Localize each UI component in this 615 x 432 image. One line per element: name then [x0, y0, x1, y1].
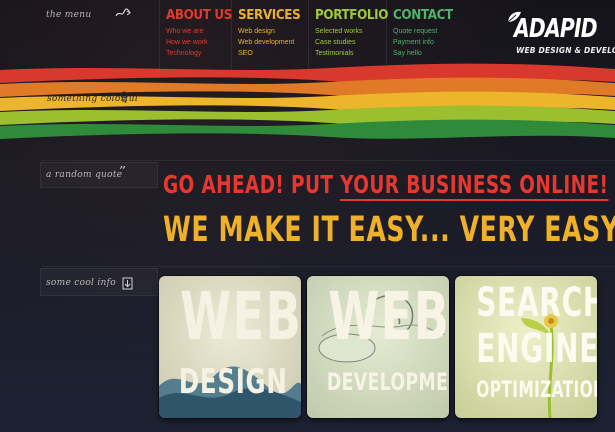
nav-about: ABOUT US Who we are How we work Technolo…: [159, 0, 232, 70]
nav-link-technology[interactable]: Technology: [166, 48, 232, 59]
logo[interactable]: ADAPID WEB DESIGN & DEVELOPMENT: [506, 8, 615, 63]
scribble-arrow-icon: [115, 7, 131, 22]
headline-line-2: WE MAKE IT EASY... VERY EASY!: [163, 210, 615, 250]
nav-services: SERVICES Web design Web development SEO: [231, 0, 310, 70]
info-label: some cool info: [46, 278, 116, 288]
quote-label: a random quote: [46, 170, 123, 180]
headline-highlight: YOUR BUSINESS ONLINE!: [340, 170, 609, 201]
nav-link-who-we-are[interactable]: Who we are: [166, 26, 232, 37]
nav-link-web-development[interactable]: Web development: [238, 37, 310, 48]
download-box-icon[interactable]: [122, 277, 133, 293]
nav-link-testimonials[interactable]: Testimonials: [315, 48, 387, 59]
card-seo-line3: OPTIMIZATION: [476, 378, 597, 403]
nav-link-case-studies[interactable]: Case studies: [315, 37, 387, 48]
card-web-development[interactable]: WEB DEVELOPMENT: [307, 276, 449, 418]
headline-line-1: GO AHEAD! PUT YOUR BUSINESS ONLINE!: [163, 170, 609, 201]
nav-portfolio: PORTFOLIO Selected works Case studies Te…: [308, 0, 388, 70]
card-seo-line2: ENGINE: [476, 326, 597, 372]
card-seo-line1: SEARCH: [476, 280, 597, 326]
nav-link-selected-works[interactable]: Selected works: [315, 26, 387, 37]
card-web-design-line2: DESIGN: [178, 362, 288, 402]
nav-link-how-we-work[interactable]: How we work: [166, 37, 232, 48]
logo-tagline: WEB DESIGN & DEVELOPMENT: [516, 46, 615, 55]
quote-marks-icon: ”: [119, 164, 131, 180]
svg-text:”: ”: [119, 166, 126, 176]
card-web-design-line1: WEB: [180, 278, 301, 355]
nav-link-payment-info[interactable]: Payment info: [393, 37, 465, 48]
card-web-design[interactable]: WEB DESIGN: [159, 276, 301, 418]
nav-link-say-hello[interactable]: Say hello: [393, 48, 465, 59]
section-divider-2: [42, 266, 615, 267]
card-web-development-line1: WEB: [328, 278, 449, 355]
menu-label: the menu: [46, 10, 92, 20]
section-divider: [42, 160, 615, 161]
nav-link-quote-request[interactable]: Quote request: [393, 26, 465, 37]
stripe-4: [0, 119, 615, 139]
nav-services-title[interactable]: SERVICES: [238, 8, 304, 23]
nav-contact-title[interactable]: CONTACT: [393, 8, 459, 23]
card-seo[interactable]: SEARCH ENGINE OPTIMIZATION: [455, 276, 597, 418]
page: the menu ABOUT US Who we are How we work…: [0, 0, 615, 432]
card-web-development-line2: DEVELOPMENT: [326, 368, 449, 396]
nav-about-title[interactable]: ABOUT US: [166, 8, 232, 23]
lightbulb-icon: [119, 91, 129, 106]
nav-portfolio-title[interactable]: PORTFOLIO: [315, 8, 388, 23]
nav-link-seo[interactable]: SEO: [238, 48, 310, 59]
headline-part-1: GO AHEAD! PUT: [163, 170, 341, 199]
nav-link-web-design[interactable]: Web design: [238, 26, 310, 37]
logo-wordmark: ADAPID: [514, 14, 598, 44]
nav-contact: CONTACT Quote request Payment info Say h…: [386, 0, 465, 70]
